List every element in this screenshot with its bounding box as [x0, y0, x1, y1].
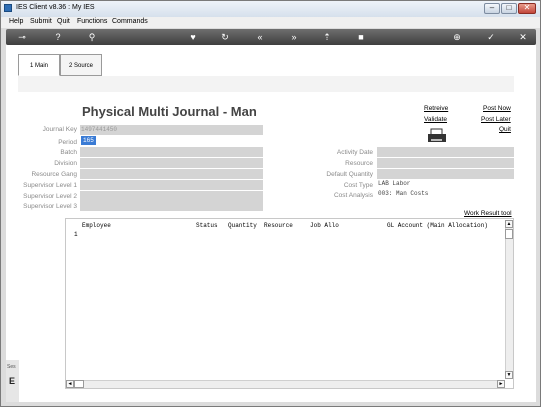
minimize-button[interactable]: –	[484, 3, 500, 14]
tab-source[interactable]: 2 Source	[60, 54, 102, 76]
quit-link[interactable]: Quit	[499, 126, 511, 133]
batch-label: Batch	[60, 149, 77, 156]
cost-type-value[interactable]: LAB Labor	[378, 180, 410, 187]
heart-icon[interactable]: ♥	[187, 31, 199, 43]
work-result-tool-link[interactable]: Work Result tool	[464, 210, 512, 217]
resource-field[interactable]	[377, 158, 514, 168]
division-label: Division	[54, 160, 77, 167]
post-later-link[interactable]: Post Later	[481, 116, 511, 123]
check-icon[interactable]: ✓	[485, 31, 497, 43]
scroll-down-icon[interactable]: ▼	[505, 371, 513, 379]
stop-icon[interactable]: ■	[355, 31, 367, 43]
close-window-button[interactable]: ✕	[518, 3, 536, 14]
scroll-right-icon[interactable]: ►	[497, 380, 505, 388]
cart-icon[interactable]: ⊕	[451, 31, 463, 43]
default-quantity-field[interactable]	[377, 169, 514, 179]
journal-key-field[interactable]: 1497441450	[80, 125, 263, 135]
tab-main-label: 1 Main	[29, 63, 48, 69]
key-icon[interactable]: ⊸	[12, 31, 32, 43]
tab-source-label: 2 Source	[68, 63, 93, 69]
retreive-link[interactable]: Retreive	[424, 105, 448, 112]
menu-commands[interactable]: Commands	[112, 18, 148, 25]
col-gl-account[interactable]: GL Account (Main Allocation)	[387, 222, 488, 229]
page-title: Physical Multi Journal - Man	[82, 104, 257, 119]
supervisor-level-3-field[interactable]	[80, 201, 263, 211]
resource-label: Resource	[345, 160, 373, 167]
window-title: IES Client v8.36 : My IES	[16, 4, 95, 11]
header-band	[18, 76, 514, 92]
period-field[interactable]: 165	[81, 136, 96, 145]
supervisor-level-1-field[interactable]	[80, 180, 263, 190]
journal-key-value: 1497441450	[81, 126, 118, 133]
menu-quit[interactable]: Quit	[57, 18, 70, 25]
col-employee[interactable]: Employee	[82, 222, 111, 229]
ses-label: Ses	[7, 364, 16, 370]
menu-help[interactable]: Help	[9, 18, 23, 25]
h-scroll-thumb[interactable]	[74, 380, 84, 388]
grid-vertical-scrollbar[interactable]	[505, 220, 513, 379]
col-resource[interactable]: Resource	[264, 222, 293, 229]
period-label: Period	[58, 139, 77, 146]
division-field[interactable]	[80, 158, 263, 168]
activity-date-field[interactable]	[377, 147, 514, 157]
col-status[interactable]: Status	[196, 222, 218, 229]
scroll-left-icon[interactable]: ◄	[66, 380, 74, 388]
cost-analysis-value[interactable]: 003: Man Costs	[378, 190, 428, 197]
help-icon[interactable]: ?	[52, 31, 64, 43]
tab-main[interactable]: 1 Main	[18, 54, 60, 76]
menu-functions[interactable]: Functions	[77, 18, 107, 25]
printer-icon[interactable]	[427, 128, 447, 144]
maximize-button[interactable]: □	[501, 3, 517, 14]
supervisor-level-3-label: Supervisor Level 3	[23, 203, 77, 210]
refresh-icon[interactable]: ↻	[219, 31, 231, 43]
grid-horizontal-scrollbar[interactable]	[66, 380, 505, 388]
journal-grid[interactable]	[65, 218, 514, 389]
scroll-thumb[interactable]	[505, 229, 513, 239]
journal-key-label: Journal Key	[42, 126, 77, 133]
col-quantity[interactable]: Quantity	[228, 222, 257, 229]
post-now-link[interactable]: Post Now	[483, 105, 511, 112]
cost-type-label: Cost Type	[343, 182, 373, 189]
upload-icon[interactable]: ⇡	[321, 31, 333, 43]
menu-submit[interactable]: Submit	[30, 18, 52, 25]
col-job-allo[interactable]: Job Allo	[310, 222, 339, 229]
resource-gang-label: Resource Gang	[31, 171, 77, 178]
row-number: 1	[74, 231, 78, 238]
search-icon[interactable]: ⚲	[86, 31, 98, 43]
close-icon[interactable]: ✕	[517, 31, 529, 43]
batch-field[interactable]	[80, 147, 263, 157]
forward-icon[interactable]: »	[288, 31, 300, 43]
scroll-up-icon[interactable]: ▲	[505, 220, 513, 228]
supervisor-level-2-label: Supervisor Level 2	[23, 193, 77, 200]
supervisor-level-2-field[interactable]	[80, 191, 263, 201]
e-label: E	[9, 376, 16, 386]
resource-gang-field[interactable]	[80, 169, 263, 179]
cost-analysis-label: Cost Analysis	[333, 192, 373, 199]
activity-date-label: Activity Date	[336, 149, 373, 156]
default-quantity-label: Default Quantity	[326, 171, 373, 178]
supervisor-level-1-label: Supervisor Level 1	[23, 182, 77, 189]
validate-link[interactable]: Validate	[424, 116, 447, 123]
app-icon	[4, 4, 12, 12]
back-icon[interactable]: «	[254, 31, 266, 43]
